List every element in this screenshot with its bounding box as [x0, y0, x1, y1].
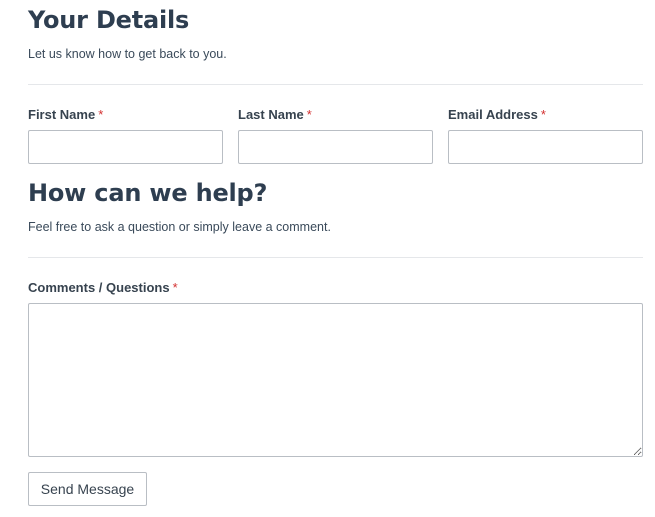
last-name-required-marker: *	[306, 107, 312, 122]
comments-label-text: Comments / Questions	[28, 280, 170, 295]
details-subtitle: Let us know how to get back to you.	[28, 47, 227, 61]
email-label: Email Address *	[448, 107, 546, 123]
last-name-input[interactable]	[238, 130, 433, 164]
first-name-label-text: First Name	[28, 107, 96, 122]
first-name-required-marker: *	[98, 107, 104, 122]
details-section-header: Your Details Let us know how to get back…	[28, 6, 643, 62]
first-name-input[interactable]	[28, 130, 223, 164]
help-section-header: How can we help? Feel free to ask a ques…	[28, 179, 643, 235]
details-divider	[28, 84, 643, 85]
last-name-label: Last Name *	[238, 107, 312, 123]
email-required-marker: *	[540, 107, 546, 122]
comments-required-marker: *	[172, 280, 178, 295]
send-message-button[interactable]: Send Message	[28, 472, 147, 506]
email-input[interactable]	[448, 130, 643, 164]
comments-textarea[interactable]	[28, 303, 643, 457]
help-divider	[28, 257, 643, 258]
last-name-label-text: Last Name	[238, 107, 304, 122]
help-title: How can we help?	[28, 179, 268, 207]
first-name-label: First Name *	[28, 107, 103, 123]
comments-label: Comments / Questions *	[28, 280, 178, 296]
help-subtitle: Feel free to ask a question or simply le…	[28, 220, 331, 234]
details-title: Your Details	[28, 6, 190, 34]
email-label-text: Email Address	[448, 107, 538, 122]
